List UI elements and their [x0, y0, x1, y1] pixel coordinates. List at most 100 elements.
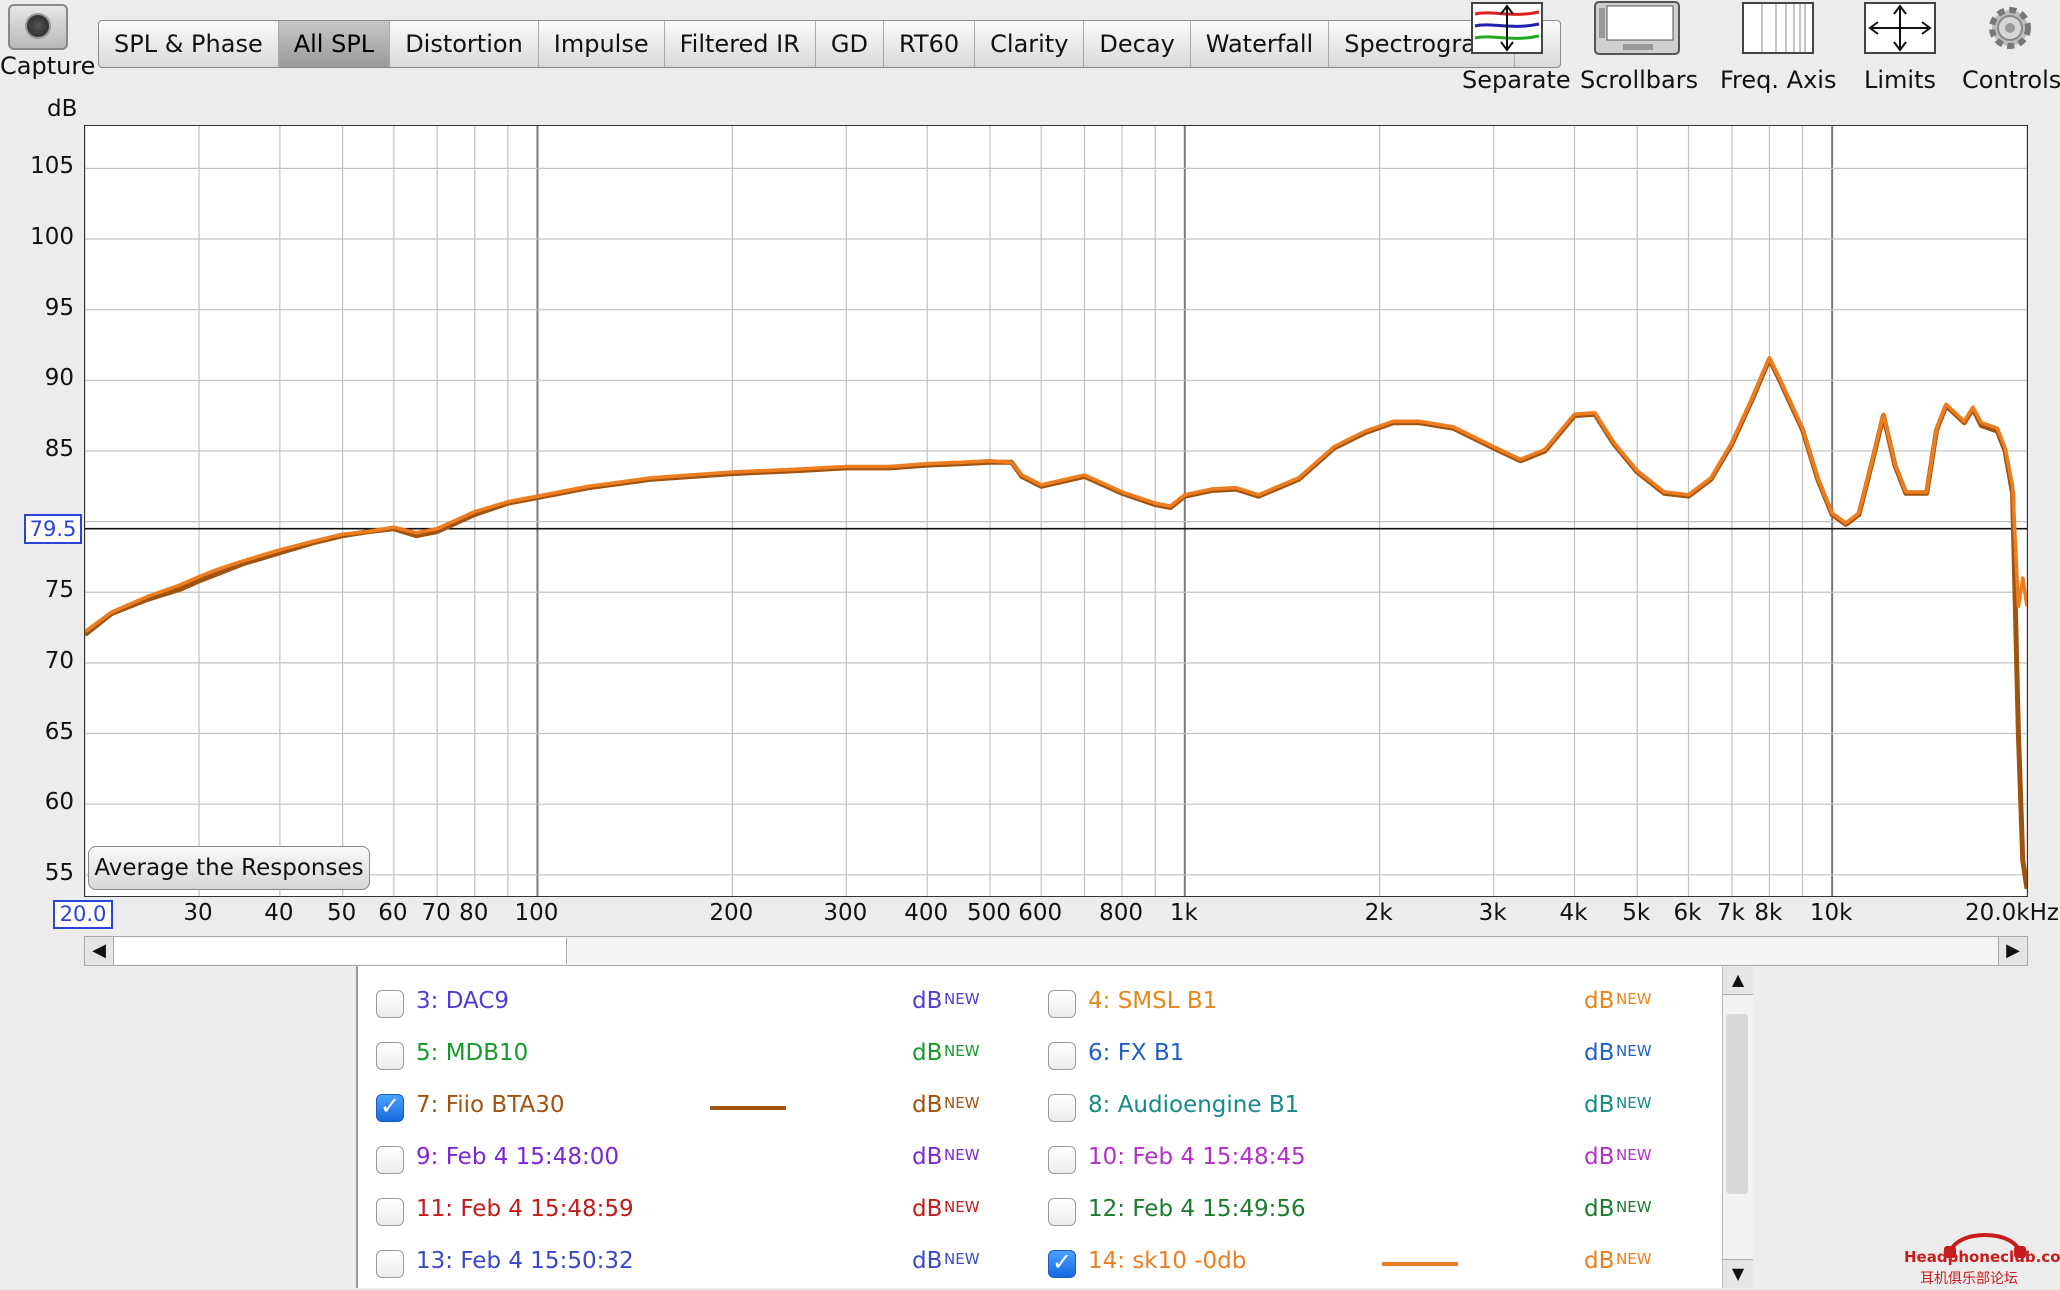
tab-clarity[interactable]: Clarity	[975, 21, 1085, 67]
measurement-db-label[interactable]: dB	[912, 1092, 942, 1118]
measurement-name[interactable]: 10: Feb 4 15:48:45	[1088, 1144, 1306, 1170]
measurement-db-label[interactable]: dB	[1584, 1196, 1614, 1222]
measurement-checkbox[interactable]	[1048, 1198, 1076, 1226]
measurement-new-label[interactable]: NEW	[944, 1198, 980, 1216]
measurement-new-label[interactable]: NEW	[1616, 1250, 1652, 1268]
measurement-new-label[interactable]: NEW	[1616, 1094, 1652, 1112]
tab-all-spl[interactable]: All SPL	[278, 21, 391, 67]
measurement-item[interactable]: 10: Feb 4 15:48:45 dB NEW	[1030, 1134, 1702, 1186]
measurement-name[interactable]: 7: Fiio BTA30	[416, 1092, 564, 1118]
scroll-thumb[interactable]	[114, 938, 567, 964]
measurement-checkbox[interactable]	[376, 1198, 404, 1226]
measurement-item[interactable]: 13: Feb 4 15:50:32 dB NEW	[358, 1238, 1030, 1290]
measurement-name[interactable]: 9: Feb 4 15:48:00	[416, 1144, 619, 1170]
measurement-new-label[interactable]: NEW	[944, 1250, 980, 1268]
measurement-item[interactable]: 3: DAC9 dB NEW	[358, 978, 1030, 1030]
tab-distortion[interactable]: Distortion	[390, 21, 539, 67]
measurement-checkbox[interactable]	[1048, 1146, 1076, 1174]
tab-impulse[interactable]: Impulse	[539, 21, 665, 67]
scroll-left-icon[interactable]: ◀	[85, 937, 114, 965]
spl-chart[interactable]	[85, 126, 2027, 896]
measurement-checkbox[interactable]	[376, 1146, 404, 1174]
measurement-checkbox[interactable]	[376, 1042, 404, 1070]
measurement-color-swatch[interactable]	[710, 1106, 786, 1110]
measurement-checkbox[interactable]	[376, 990, 404, 1018]
measurement-item[interactable]: 11: Feb 4 15:48:59 dB NEW	[358, 1186, 1030, 1238]
separate-button[interactable]: Separate	[1462, 0, 1571, 94]
measurement-name[interactable]: 11: Feb 4 15:48:59	[416, 1196, 634, 1222]
y-tick-label: 105	[30, 153, 74, 180]
measurement-name[interactable]: 12: Feb 4 15:49:56	[1088, 1196, 1306, 1222]
measurement-name[interactable]: 13: Feb 4 15:50:32	[416, 1248, 634, 1274]
measurement-db-label[interactable]: dB	[912, 1248, 942, 1274]
measurement-db-label[interactable]: dB	[912, 1196, 942, 1222]
measurement-name[interactable]: 6: FX B1	[1088, 1040, 1184, 1066]
tab-rt60[interactable]: RT60	[884, 21, 976, 67]
x-tick-label: 8k	[1754, 900, 1783, 926]
measurement-checkbox[interactable]	[376, 1092, 404, 1122]
average-responses-button[interactable]: Average the Responses	[88, 846, 370, 890]
x-tick-label: 80	[459, 900, 489, 926]
measurement-checkbox[interactable]	[1048, 1094, 1076, 1122]
measurement-name[interactable]: 5: MDB10	[416, 1040, 528, 1066]
scrollbars-button[interactable]: Scrollbars	[1580, 0, 1698, 94]
measurement-name[interactable]: 4: SMSL B1	[1088, 988, 1217, 1014]
measurement-checkbox[interactable]	[1048, 1042, 1076, 1070]
measurement-new-label[interactable]: NEW	[944, 990, 980, 1008]
y-axis-unit: dB	[47, 96, 78, 122]
measurement-color-swatch[interactable]	[1382, 1262, 1458, 1266]
tab-waterfall[interactable]: Waterfall	[1191, 21, 1330, 67]
measurement-new-label[interactable]: NEW	[944, 1042, 980, 1060]
freq-axis-button[interactable]: Freq. Axis	[1720, 0, 1836, 94]
x-min-field[interactable]: 20.0	[53, 900, 113, 929]
measurement-new-label[interactable]: NEW	[1616, 1198, 1652, 1216]
measurement-name[interactable]: 8: Audioengine B1	[1088, 1092, 1299, 1118]
reference-level-field[interactable]: 79.5	[24, 514, 82, 544]
y-tick-label: 95	[44, 294, 74, 321]
x-tick-label: 300	[823, 900, 868, 926]
measurement-new-label[interactable]: NEW	[1616, 1146, 1652, 1164]
measurement-new-label[interactable]: NEW	[944, 1146, 980, 1164]
limits-button[interactable]: Limits	[1862, 0, 1938, 94]
tab-spl-phase[interactable]: SPL & Phase	[99, 21, 279, 67]
tab-decay[interactable]: Decay	[1084, 21, 1191, 67]
tab-filtered-ir[interactable]: Filtered IR	[665, 21, 816, 67]
measurement-item[interactable]: 7: Fiio BTA30 dBNEW	[358, 1082, 1030, 1134]
scroll-up-icon[interactable]: ▲	[1723, 966, 1753, 995]
measurement-item[interactable]: 4: SMSL B1 dB NEW	[1030, 978, 1702, 1030]
controls-button[interactable]: Controls	[1962, 0, 2060, 94]
measurement-new-label[interactable]: NEW	[944, 1094, 980, 1112]
scroll-thumb-vertical[interactable]	[1726, 1014, 1748, 1194]
measurement-item[interactable]: 8: Audioengine B1 dB NEW	[1030, 1082, 1702, 1134]
measurement-checkbox[interactable]	[376, 1250, 404, 1278]
measurement-item[interactable]: 14: sk10 -0db dBNEW	[1030, 1238, 1702, 1290]
measurement-db-label[interactable]: dB	[1584, 1144, 1614, 1170]
measurement-name[interactable]: 14: sk10 -0db	[1088, 1248, 1246, 1274]
measurement-checkbox[interactable]	[1048, 990, 1076, 1018]
measurement-item[interactable]: 6: FX B1 dB NEW	[1030, 1030, 1702, 1082]
measurement-db-label[interactable]: dB	[1584, 1040, 1614, 1066]
horizontal-scrollbar[interactable]: ◀ ▶	[84, 936, 2028, 966]
measurement-db-label[interactable]: dB	[1584, 988, 1614, 1014]
tab-gd[interactable]: GD	[816, 21, 884, 67]
vertical-scrollbar[interactable]: ▲ ▼	[1722, 966, 1753, 1288]
capture-button[interactable]: Capture	[0, 0, 95, 84]
measurement-db-label[interactable]: dB	[912, 1040, 942, 1066]
measurement-db-label[interactable]: dB	[1584, 1092, 1614, 1118]
measurement-db-label[interactable]: dB	[912, 1144, 942, 1170]
measurement-new-label[interactable]: NEW	[1616, 990, 1652, 1008]
measurement-item[interactable]: 5: MDB10 dB NEW	[358, 1030, 1030, 1082]
measurement-item[interactable]: 9: Feb 4 15:48:00 dB NEW	[358, 1134, 1030, 1186]
scroll-right-icon[interactable]: ▶	[1998, 937, 2027, 965]
spl-plot[interactable]	[84, 125, 2028, 897]
measurement-checkbox[interactable]	[1048, 1248, 1076, 1278]
measurement-name[interactable]: 3: DAC9	[416, 988, 509, 1014]
x-tick-label: 4k	[1559, 900, 1588, 926]
capture-label: Capture	[0, 52, 96, 80]
measurement-new-label[interactable]: NEW	[1616, 1042, 1652, 1060]
x-tick-label: 5k	[1622, 900, 1651, 926]
measurement-db-label[interactable]: dB	[1584, 1248, 1614, 1274]
scroll-down-icon[interactable]: ▼	[1723, 1259, 1753, 1288]
measurement-db-label[interactable]: dB	[912, 988, 942, 1014]
measurement-item[interactable]: 12: Feb 4 15:49:56 dB NEW	[1030, 1186, 1702, 1238]
